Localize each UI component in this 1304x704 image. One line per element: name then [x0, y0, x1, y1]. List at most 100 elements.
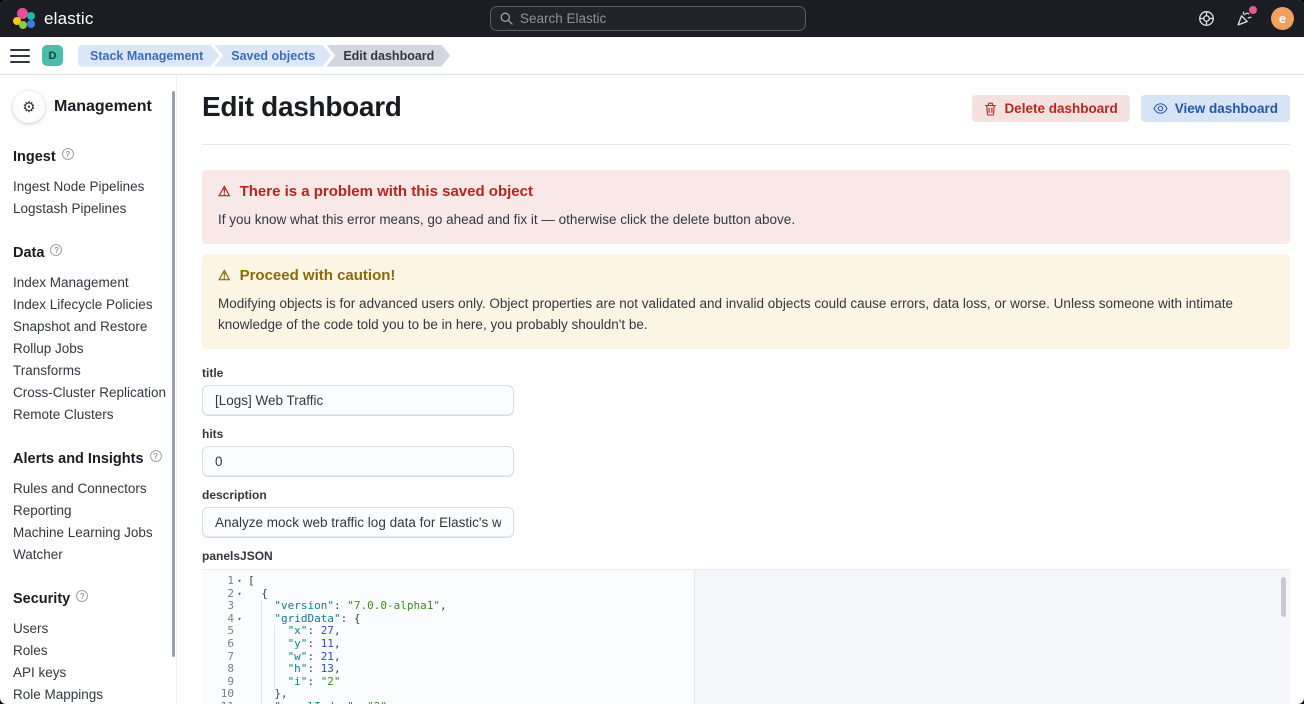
editor-code-line: },	[248, 688, 1290, 701]
global-search[interactable]	[490, 6, 806, 31]
sidebar-title: Management	[54, 98, 152, 116]
sidebar-item-watcher[interactable]: Watcher	[13, 544, 162, 566]
eye-icon	[1153, 102, 1168, 115]
description-field-label: description	[202, 488, 1290, 502]
sidebar-item-index-management[interactable]: Index Management	[13, 272, 162, 294]
editor-scrollbar[interactable]	[1281, 577, 1286, 617]
editor-code-line: "y": 11,	[248, 638, 1290, 651]
fold-arrow-icon[interactable]: ▾	[234, 588, 245, 601]
sidebar-item-roles[interactable]: Roles	[13, 640, 162, 662]
nav-section-heading: Alerts and Insights?	[13, 451, 162, 467]
nav-section-heading: Data?	[13, 245, 162, 261]
logo-text: elastic	[44, 9, 94, 29]
editor-line-number: 3	[202, 600, 248, 613]
sidebar-scrollbar[interactable]	[172, 91, 175, 657]
breadcrumb-stack-management[interactable]: Stack Management	[78, 45, 219, 67]
menu-toggle-button[interactable]	[10, 49, 30, 63]
sidebar-item-cross-cluster-replication[interactable]: Cross-Cluster Replication	[13, 382, 162, 404]
warning-callout-body: Modifying objects is for advanced users …	[218, 293, 1274, 335]
nav-section-heading: Security?	[13, 591, 162, 607]
hits-input[interactable]	[202, 446, 514, 477]
hits-field-group: hits	[202, 427, 1290, 477]
management-sidebar: ⚙ Management Ingest? Ingest Node Pipeline…	[0, 75, 177, 704]
editor-line-number: 4▾	[202, 613, 248, 626]
error-callout-title: There is a problem with this saved objec…	[240, 183, 533, 200]
editor-line-number: 8	[202, 663, 248, 676]
user-avatar[interactable]: e	[1271, 7, 1294, 30]
nav-section-ingest: Ingest? Ingest Node PipelinesLogstash Pip…	[13, 149, 162, 220]
editor-code-line: "w": 21,	[248, 651, 1290, 664]
sidebar-header: ⚙ Management	[13, 91, 162, 123]
editor-line-number: 1▾	[202, 575, 248, 588]
error-callout: ⚠ There is a problem with this saved obj…	[202, 170, 1290, 244]
gear-icon: ⚙	[13, 91, 45, 123]
description-input[interactable]	[202, 507, 514, 538]
editor-code-line: [	[248, 575, 1290, 588]
sidebar-item-index-lifecycle-policies[interactable]: Index Lifecycle Policies	[13, 294, 162, 316]
nav-section-alerts-and-insights: Alerts and Insights? Rules and Connectors…	[13, 451, 162, 566]
sidebar-item-remote-clusters[interactable]: Remote Clusters	[13, 404, 162, 426]
editor-code-line: "x": 27,	[248, 625, 1290, 638]
sidebar-item-api-keys[interactable]: API keys	[13, 662, 162, 684]
header-divider	[202, 144, 1290, 145]
breadcrumb-edit-dashboard: Edit dashboard	[326, 45, 450, 67]
top-header-bar: elastic	[0, 0, 1304, 37]
sidebar-item-transforms[interactable]: Transforms	[13, 360, 162, 382]
breadcrumb: Stack Management Saved objects Edit dash…	[78, 45, 445, 67]
sidebar-item-logstash-pipelines[interactable]: Logstash Pipelines	[13, 198, 162, 220]
title-field-label: title	[202, 366, 1290, 380]
delete-dashboard-button[interactable]: Delete dashboard	[972, 95, 1129, 122]
newsfeed-button[interactable]	[1233, 8, 1255, 30]
search-icon	[500, 12, 513, 25]
help-icon	[1198, 10, 1215, 27]
nav-section-data: Data? Index ManagementIndex Lifecycle Pol…	[13, 245, 162, 426]
sidebar-item-users[interactable]: Users	[13, 618, 162, 640]
fold-arrow-icon[interactable]: ▾	[234, 613, 245, 626]
sidebar-item-reporting[interactable]: Reporting	[13, 500, 162, 522]
panels-json-label: panelsJSON	[202, 549, 1290, 563]
editor-line-number: 5	[202, 625, 248, 638]
breadcrumb-bar: D Stack Management Saved objects Edit da…	[0, 37, 1304, 75]
sidebar-item-rollup-jobs[interactable]: Rollup Jobs	[13, 338, 162, 360]
view-dashboard-button[interactable]: View dashboard	[1141, 95, 1290, 122]
elastic-logo-icon	[13, 8, 35, 30]
editor-code-area[interactable]: [{"version": "7.0.0-alpha1","gridData": …	[248, 570, 1290, 704]
sidebar-item-role-mappings[interactable]: Role Mappings	[13, 684, 162, 704]
section-help-icon: ?	[150, 450, 162, 462]
editor-code-line: "i": "2"	[248, 676, 1290, 689]
elastic-logo[interactable]: elastic	[13, 8, 94, 30]
editor-code-line: "version": "7.0.0-alpha1",	[248, 600, 1290, 613]
nav-section-security: Security? UsersRolesAPI keysRole Mappings	[13, 591, 162, 704]
hits-field-label: hits	[202, 427, 1290, 441]
warning-callout: ⚠ Proceed with caution! Modifying object…	[202, 254, 1290, 349]
editor-gutter: 1▾2▾34▾56789101112▾13▾14▾	[202, 570, 248, 704]
breadcrumb-saved-objects[interactable]: Saved objects	[214, 45, 331, 67]
editor-line-number: 7	[202, 651, 248, 664]
fold-arrow-icon[interactable]: ▾	[234, 575, 245, 588]
description-field-group: description	[202, 488, 1290, 538]
space-avatar[interactable]: D	[42, 45, 63, 66]
section-help-icon: ?	[76, 590, 88, 602]
sidebar-item-machine-learning-jobs[interactable]: Machine Learning Jobs	[13, 522, 162, 544]
editor-line-number: 2▾	[202, 588, 248, 601]
nav-section-heading: Ingest?	[13, 149, 162, 165]
warning-triangle-icon: ⚠	[218, 183, 231, 200]
sidebar-item-rules-and-connectors[interactable]: Rules and Connectors	[13, 478, 162, 500]
panels-json-editor[interactable]: 1▾2▾34▾56789101112▾13▾14▾ [{"version": "…	[202, 569, 1290, 704]
main-content: Edit dashboard Delete dashboard View das…	[177, 75, 1304, 704]
section-help-icon: ?	[62, 148, 74, 160]
trash-icon	[984, 102, 997, 116]
page-title: Edit dashboard	[202, 91, 972, 123]
app-window: elastic	[0, 0, 1304, 704]
search-input[interactable]	[520, 11, 796, 26]
editor-code-line: "h": 13,	[248, 663, 1290, 676]
error-callout-body: If you know what this error means, go ah…	[218, 209, 1274, 230]
sidebar-item-ingest-node-pipelines[interactable]: Ingest Node Pipelines	[13, 176, 162, 198]
warning-callout-title: Proceed with caution!	[240, 267, 396, 284]
title-input[interactable]	[202, 385, 514, 416]
notification-dot	[1249, 6, 1257, 14]
help-menu-button[interactable]	[1195, 8, 1217, 30]
sidebar-item-snapshot-and-restore[interactable]: Snapshot and Restore	[13, 316, 162, 338]
title-field-group: title	[202, 366, 1290, 416]
section-help-icon: ?	[50, 244, 62, 256]
